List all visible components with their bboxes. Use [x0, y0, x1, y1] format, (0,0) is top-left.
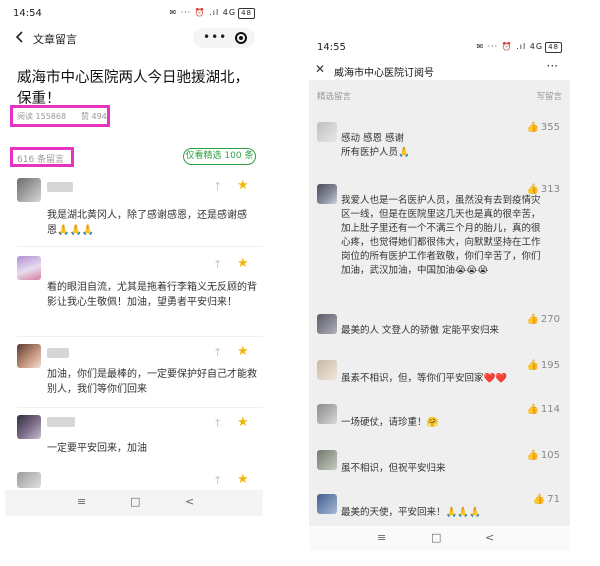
avatar	[317, 494, 337, 514]
thumb-up-icon: 👍	[526, 360, 539, 371]
battery-icon: 48	[238, 8, 255, 19]
comment-text: 看的眼泪自流，尤其是拖着行李箱义无反顾的背影让我心生敬佩！加油，望勇者平安归来！	[47, 282, 257, 308]
comment-item: 👍 313 我爱人也是一名医护人员，虽然没有去到疫情灾区一线，但是在医院里这几天也…	[309, 182, 570, 294]
comment-item: ↑ ★ 一定要平安回来，加油	[5, 413, 263, 463]
header: 文章留言 •••	[5, 24, 263, 52]
system-nav-bar: ≡ □ <	[309, 526, 570, 551]
more-icon[interactable]: •••	[203, 30, 227, 44]
comment-count-highlight-box: 616 条留言	[10, 147, 74, 167]
pin-top-icon[interactable]: ↑	[213, 417, 222, 430]
back-nav-button[interactable]: <	[485, 531, 494, 544]
comment-text: 虽素不相识，但，等你们平安回家❤️❤️	[341, 373, 508, 384]
pin-top-icon[interactable]: ↑	[213, 258, 222, 271]
comment-item: 👍 195 虽素不相识，但，等你们平安回家❤️❤️	[309, 358, 570, 392]
status-icons: ✉ ··· ⏰ .ıl 4G 48	[476, 42, 562, 53]
thumb-up-icon: 👍	[526, 404, 539, 415]
pin-top-icon[interactable]: ↑	[213, 346, 222, 359]
status-time: 14:54	[13, 8, 42, 19]
star-icon[interactable]: ★	[237, 472, 249, 487]
comment-text: 我爱人也是一名医护人员，虽然没有去到疫情灾区一线，但是在医院里这几天也是真的很辛…	[341, 195, 541, 276]
header: ✕ 威海市中心医院订阅号 ···	[309, 58, 570, 80]
page-title: 威海市中心医院订阅号	[334, 68, 434, 79]
pin-top-icon[interactable]: ↑	[213, 180, 222, 193]
more-icon[interactable]: ···	[547, 59, 558, 73]
like-button[interactable]: 👍 114	[526, 404, 560, 415]
comment-item: 👍 270 最美的人 文登人的骄傲 定能平安归来	[309, 312, 570, 346]
menu-nav-button[interactable]: ≡	[77, 495, 86, 508]
right-phone-screen: 14:55 ✉ ··· ⏰ .ıl 4G 48 ✕ 威海市中心医院订阅号 ··· …	[309, 36, 570, 551]
write-comment-link[interactable]: 写留言	[536, 90, 562, 102]
like-button[interactable]: 👍 105	[526, 450, 560, 461]
comment-item: ↑ ★ 我是湖北黄冈人，除了感谢感恩，还是感谢感恩🙏🙏🙏	[5, 176, 263, 241]
comment-text: 最美的人 文登人的骄傲 定能平安归来	[341, 325, 500, 336]
comment-text: 最美的天使，平安回来！🙏🙏🙏	[341, 507, 481, 518]
home-nav-button[interactable]: □	[130, 495, 140, 508]
comment-item: 👍 355 感动 感恩 感谢 所有医护人员🙏	[309, 120, 570, 170]
left-phone-screen: 14:54 ✉ ··· ⏰ .ıl 4G 48 文章留言 ••• 威海市中心医院两…	[5, 2, 263, 516]
username-blurred	[47, 182, 73, 192]
comment-item: ↑ ★ 加油，你们是最棒的，一定要保护好自己才能救别人，我们等你们回来	[5, 342, 263, 402]
like-button[interactable]: 👍 71	[533, 494, 560, 505]
comment-item: ↑ ★	[5, 470, 263, 490]
back-nav-button[interactable]: <	[185, 495, 194, 508]
divider	[17, 336, 263, 337]
thumb-up-icon: 👍	[526, 450, 539, 461]
star-icon[interactable]: ★	[237, 415, 249, 430]
comment-text: 加油，你们是最棒的，一定要保护好自己才能救别人，我们等你们回来	[47, 369, 257, 395]
divider	[17, 407, 263, 408]
username-blurred	[47, 417, 75, 427]
like-button[interactable]: 👍 195	[526, 360, 560, 371]
avatar	[17, 178, 41, 202]
system-nav-bar: ≡ □ <	[5, 490, 263, 516]
comment-count: 616 条留言	[17, 155, 65, 165]
status-icons: ✉ ··· ⏰ .ıl 4G 48	[169, 8, 255, 19]
avatar	[317, 122, 337, 142]
star-icon[interactable]: ★	[237, 344, 249, 359]
back-arrow-icon[interactable]	[13, 30, 27, 44]
article-title: 威海市中心医院两人今日驰援湖北，保重！	[17, 70, 249, 107]
comment-text: 感动 感恩 感谢 所有医护人员🙏	[341, 133, 410, 158]
comment-text: 我是湖北黄冈人，除了感谢感恩，还是感谢感恩🙏🙏🙏	[47, 210, 247, 236]
miniapp-capsule[interactable]: •••	[193, 28, 255, 48]
divider	[17, 246, 263, 247]
close-icon[interactable]: ✕	[315, 62, 325, 76]
avatar	[317, 184, 337, 204]
avatar	[17, 344, 41, 368]
comments-subheader: 精选留言 写留言	[309, 88, 570, 102]
comment-text: 虽不相识，但祝平安归来	[341, 463, 446, 474]
close-target-icon[interactable]	[235, 32, 247, 44]
avatar	[317, 314, 337, 334]
pin-top-icon[interactable]: ↑	[213, 474, 222, 487]
avatar	[17, 256, 41, 280]
status-time: 14:55	[317, 42, 346, 53]
like-count: 赞 494	[81, 112, 107, 121]
featured-label: 精选留言	[317, 92, 352, 102]
status-bar: 14:54 ✉ ··· ⏰ .ıl 4G 48	[5, 2, 263, 24]
username-blurred	[47, 348, 69, 358]
avatar	[317, 450, 337, 470]
comment-item: 👍 114 一场硬仗，请珍重！🤗	[309, 402, 570, 436]
comment-item: ↑ ★ 看的眼泪自流，尤其是拖着行李箱义无反顾的背影让我心生敬佩！加油，望勇者平…	[5, 254, 263, 334]
stats-highlight-box: 阅读 155868 赞 494	[10, 105, 110, 127]
comment-text: 一定要平安回来，加油	[47, 443, 147, 454]
home-nav-button[interactable]: □	[431, 531, 441, 544]
avatar	[317, 404, 337, 424]
thumb-up-icon: 👍	[532, 494, 546, 505]
view-featured-button[interactable]: 仅看精选 100 条	[183, 148, 256, 165]
star-icon[interactable]: ★	[237, 178, 249, 193]
comment-item: 👍 105 虽不相识，但祝平安归来	[309, 448, 570, 482]
comment-item: 👍 71 最美的天使，平安回来！🙏🙏🙏	[309, 492, 570, 526]
comment-text: 一场硬仗，请珍重！🤗	[341, 417, 439, 428]
menu-nav-button[interactable]: ≡	[377, 531, 386, 544]
avatar	[317, 360, 337, 380]
avatar	[17, 472, 41, 488]
star-icon[interactable]: ★	[237, 256, 249, 271]
status-bar: 14:55 ✉ ··· ⏰ .ıl 4G 48	[309, 36, 570, 58]
avatar	[17, 415, 41, 439]
read-count: 阅读 155868	[17, 112, 67, 121]
battery-icon: 48	[545, 42, 562, 53]
page-title: 文章留言	[33, 33, 77, 46]
